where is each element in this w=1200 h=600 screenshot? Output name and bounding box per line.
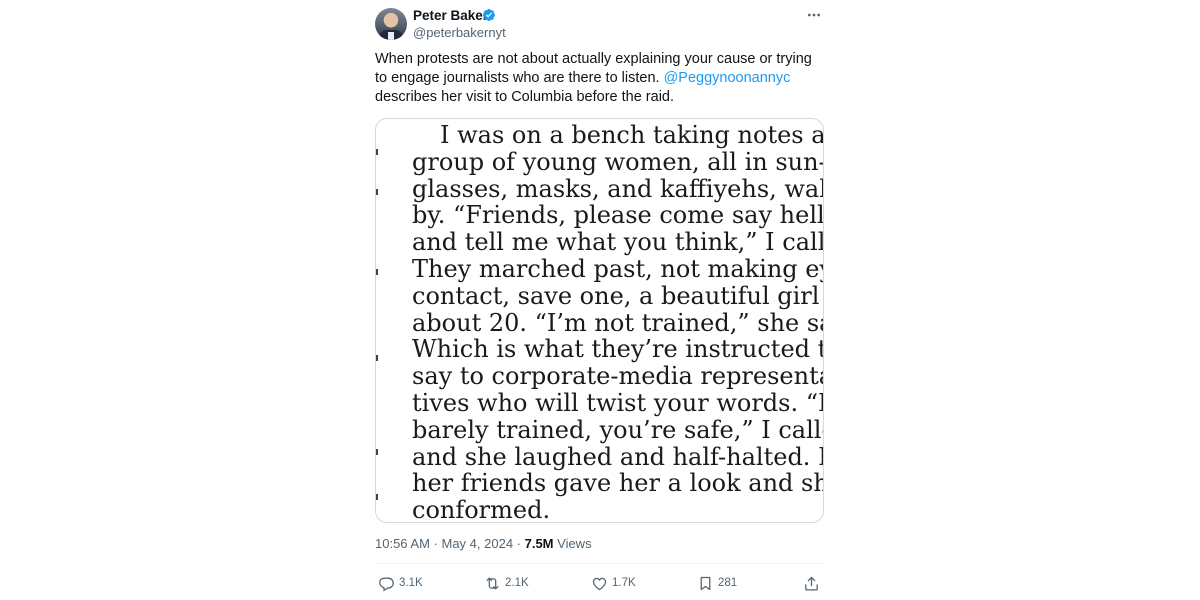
tweet-text-part2: describes her visit to Columbia before t… [375,89,675,105]
tweet-text: When protests are not about actually exp… [375,50,825,107]
scan-edge-marks [376,119,382,522]
clipping-line: They marched past, not making eye [412,254,824,283]
like-icon [592,577,607,590]
repost-icon [486,577,499,589]
clipping-line: Which is what they’re instructed to [412,335,824,364]
clipping-line: contact, save one, a beautiful girl of [412,281,824,310]
clipping-line: and she laughed and half-halted. But [412,442,824,471]
mention-link[interactable]: @Peggynoonannyc [664,70,791,86]
action-bar: 3.1K 2.1K 1.7K 281 [375,572,825,594]
clipping-line: I was on a bench taking notes as a [440,121,824,149]
more-icon[interactable] [805,6,823,24]
clipping-line: group of young women, all in sun- [412,147,824,176]
like-count: 1.7K [612,577,636,589]
like-button[interactable]: 1.7K [591,572,636,594]
clipping-line: barely trained, you’re safe,” I called, [412,415,824,444]
clipping-line: conformed. [412,496,551,523]
meta-separator: · [513,536,525,551]
views-label: Views [553,536,592,551]
clipping-line: glasses, masks, and kaffiyehs, walked [412,174,824,203]
newspaper-clipping-text: I was on a bench taking notes as a group… [412,121,824,523]
share-icon [805,576,818,591]
clipping-line: her friends gave her a look and she [412,469,824,498]
divider [375,563,825,564]
reply-button[interactable]: 3.1K [378,572,423,594]
tweet-date[interactable]: May 4, 2024 [442,536,514,551]
clipping-line: say to corporate-media representa- [412,362,824,391]
bookmark-count: 281 [718,577,738,589]
author-name[interactable]: Peter Baker [413,8,488,23]
repost-button[interactable]: 2.1K [484,572,529,594]
share-button[interactable] [803,572,820,594]
media-image[interactable]: I was on a bench taking notes as a group… [375,118,824,523]
clipping-line: tives who will twist your words. “I’m [412,388,824,417]
meta-separator: · [429,536,442,551]
tweet: Peter Baker @peterbakernyt When protests… [375,0,825,600]
bookmark-icon [700,576,711,590]
tweet-time[interactable]: 10:56 AM [375,536,430,551]
clipping-line: and tell me what you think,” I called. [412,228,824,257]
verified-icon [483,9,495,21]
reply-icon [379,577,394,592]
repost-count: 2.1K [505,577,529,589]
reply-count: 3.1K [399,577,423,589]
tweet-meta: 10:56 AM · May 4, 2024 · 7.5M Views [375,536,592,551]
author-handle[interactable]: @peterbakernyt [413,25,506,40]
clipping-line: by. “Friends, please come say hello [412,201,824,230]
clipping-line: about 20. “I’m not trained,” she said. [412,308,824,337]
avatar[interactable] [375,8,407,40]
views-count: 7.5M [524,536,554,551]
bookmark-button[interactable]: 281 [697,572,737,594]
